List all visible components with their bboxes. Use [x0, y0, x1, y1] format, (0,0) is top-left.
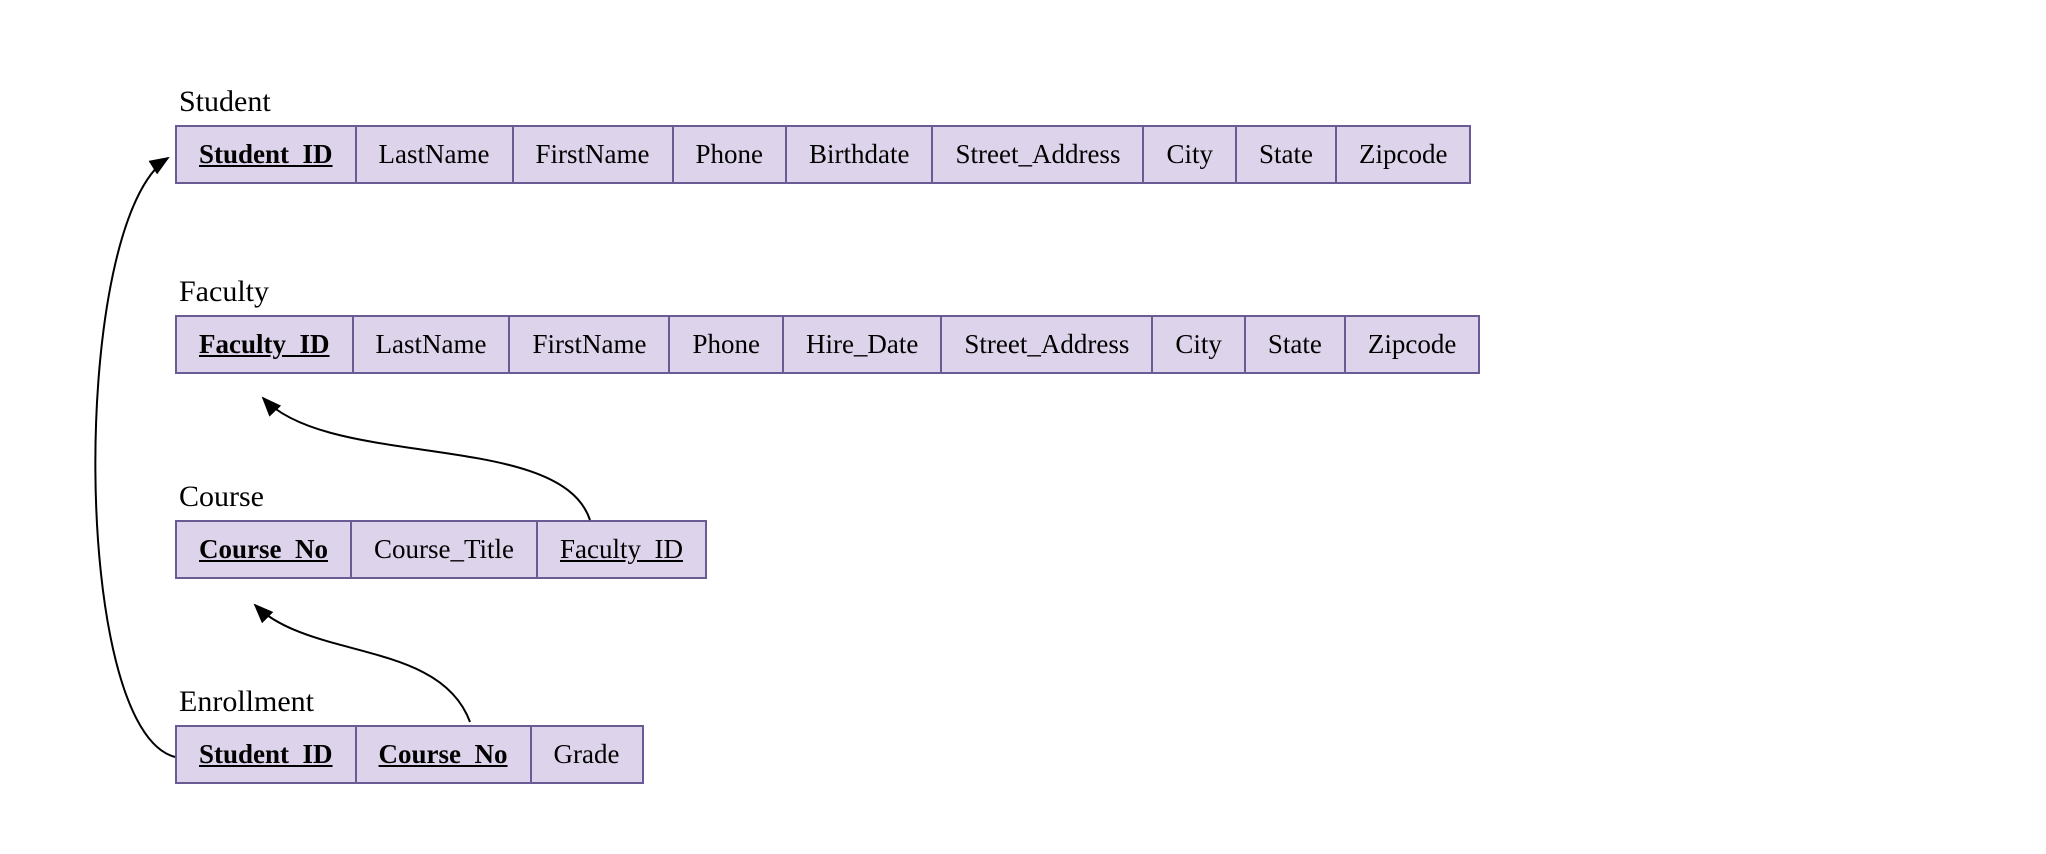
field-course-no: Course_No [177, 522, 352, 577]
field-state: State [1237, 127, 1337, 182]
field-firstname: FirstName [514, 127, 674, 182]
field-hire-date: Hire_Date [784, 317, 942, 372]
field-lastname: LastName [357, 127, 514, 182]
field-firstname: FirstName [510, 317, 670, 372]
table-student: Student Student_ID LastName FirstName Ph… [175, 85, 1471, 184]
table-row: Faculty_ID LastName FirstName Phone Hire… [175, 315, 1480, 374]
field-state: State [1246, 317, 1346, 372]
table-faculty: Faculty Faculty_ID LastName FirstName Ph… [175, 275, 1480, 374]
field-course-title: Course_Title [352, 522, 538, 577]
field-street-address: Street_Address [933, 127, 1144, 182]
table-row: Course_No Course_Title Faculty_ID [175, 520, 707, 579]
table-row: Student_ID Course_No Grade [175, 725, 644, 784]
table-title-student: Student [179, 85, 1471, 119]
field-street-address: Street_Address [942, 317, 1153, 372]
table-enrollment: Enrollment Student_ID Course_No Grade [175, 685, 644, 784]
field-course-no-fk: Course_No [357, 727, 532, 782]
table-row: Student_ID LastName FirstName Phone Birt… [175, 125, 1471, 184]
field-zipcode: Zipcode [1337, 127, 1469, 182]
field-city: City [1144, 127, 1237, 182]
field-city: City [1153, 317, 1246, 372]
field-lastname: LastName [354, 317, 511, 372]
table-course: Course Course_No Course_Title Faculty_ID [175, 480, 707, 579]
field-student-id: Student_ID [177, 127, 357, 182]
field-faculty-id: Faculty_ID [177, 317, 354, 372]
field-birthdate: Birthdate [787, 127, 933, 182]
field-phone: Phone [674, 127, 788, 182]
field-faculty-id-fk: Faculty_ID [538, 522, 705, 577]
table-title-course: Course [179, 480, 707, 514]
field-phone: Phone [670, 317, 784, 372]
field-grade: Grade [532, 727, 642, 782]
table-title-enrollment: Enrollment [179, 685, 644, 719]
table-title-faculty: Faculty [179, 275, 1480, 309]
field-student-id-fk: Student_ID [177, 727, 357, 782]
arrow-enrollment-student [95, 158, 175, 757]
field-zipcode: Zipcode [1346, 317, 1478, 372]
